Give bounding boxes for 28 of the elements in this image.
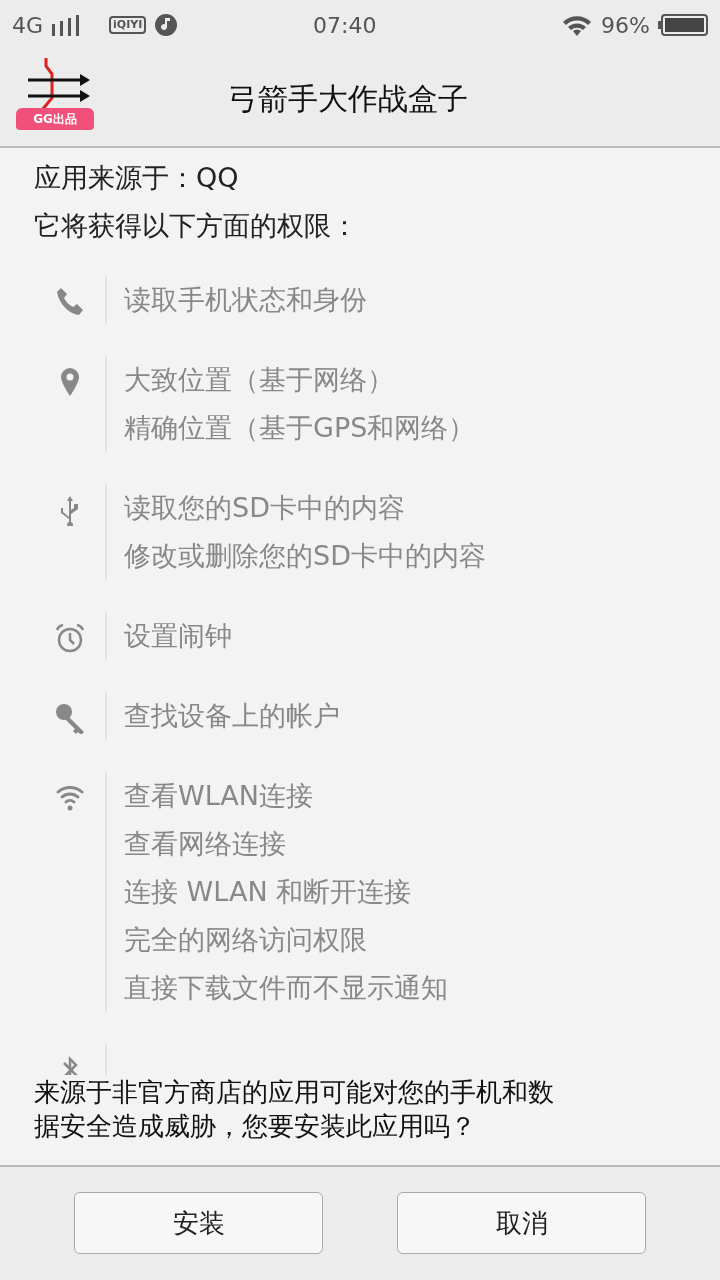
battery-icon <box>658 13 708 37</box>
app-logo: iQIYI <box>109 16 147 34</box>
battery-percent: 96% <box>601 11 650 40</box>
permission-item: 修改或删除您的SD卡中的内容 <box>124 539 486 573</box>
status-time: 07:40 <box>313 12 377 38</box>
permission-item: 精确位置（基于GPS和网络） <box>124 411 476 445</box>
app-badge: GG出品 <box>16 108 94 130</box>
key-icon <box>53 702 86 734</box>
permission-item: 大致位置（基于网络） <box>124 363 395 397</box>
permission-item: 查找设备上的帐户 <box>124 699 340 733</box>
warning-text: 来源于非官方商店的应用可能对您的手机和数据安全造成威胁，您要安装此应用吗？ <box>34 1076 555 1143</box>
permission-item: 完全的网络访问权限 <box>124 923 368 957</box>
permission-item: 查看网络连接 <box>124 827 287 861</box>
wifi-icon <box>561 13 594 37</box>
permission-item: 连接 WLAN 和断开连接 <box>124 875 413 909</box>
source-label: 应用来源于：QQ <box>34 161 240 195</box>
cancel-button[interactable]: 取消 <box>397 1192 646 1254</box>
install-button[interactable]: 安装 <box>74 1192 323 1254</box>
alarm-clock-icon <box>53 622 86 654</box>
permission-item: 读取您的SD卡中的内容 <box>124 491 406 525</box>
music-note-icon <box>154 13 179 37</box>
permission-item: 读取手机状态和身份 <box>124 283 367 317</box>
permission-item: 设置闹钟 <box>124 619 232 653</box>
network-label: 4G <box>12 11 44 40</box>
app-title: 弓箭手大作战盒子 <box>228 80 468 116</box>
permission-item: 直接下载文件而不显示通知 <box>124 971 448 1005</box>
permissions-heading: 它将获得以下方面的权限： <box>34 209 359 243</box>
permission-item: 查看WLAN连接 <box>124 779 315 813</box>
